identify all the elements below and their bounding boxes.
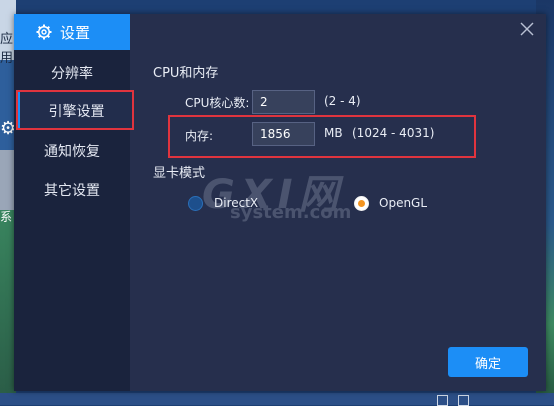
cpu-cores-range: (2 - 4): [324, 94, 361, 108]
sidebar-item-notification-restore[interactable]: 通知恢复: [14, 132, 130, 170]
cpu-memory-section-title: CPU和内存: [153, 66, 219, 81]
close-icon[interactable]: [518, 20, 536, 38]
sidebar-item-other-settings[interactable]: 其它设置: [14, 171, 130, 209]
highlight-box: [16, 90, 134, 130]
ok-button[interactable]: 确定: [448, 347, 528, 377]
watermark-text: GXI网: [202, 172, 345, 218]
background-text: 系: [0, 210, 13, 224]
dialog-titlebar: [130, 14, 546, 50]
sidebar-item-label: 其它设置: [44, 183, 100, 199]
directx-radio[interactable]: [188, 196, 203, 211]
highlight-box: [168, 115, 476, 158]
settings-main-panel: GXI网 system.com CPU和内存 CPU核心数: 2 (2 - 4)…: [130, 14, 546, 391]
sidebar-title: 设置: [60, 23, 91, 42]
opengl-label: OpenGL: [379, 196, 428, 210]
gpu-mode-section-title: 显卡模式: [153, 166, 206, 181]
directx-label: DirectX: [214, 196, 259, 210]
taskbar-square-icon: [437, 395, 448, 406]
sidebar-item-resolution[interactable]: 分辨率: [14, 54, 130, 92]
settings-dialog: 设置 分辨率 引擎设置 通知恢复 其它设置 GXI网 system.com CP…: [14, 14, 546, 391]
background-taskbar: [0, 393, 554, 406]
settings-sidebar: 设置 分辨率 引擎设置 通知恢复 其它设置: [14, 14, 133, 391]
cpu-cores-label: CPU核心数:: [185, 96, 250, 110]
opengl-radio[interactable]: [354, 196, 369, 211]
sidebar-item-label: 分辨率: [51, 66, 93, 82]
sidebar-header: 设置: [14, 14, 130, 50]
taskbar-square-icon: [458, 395, 469, 406]
cpu-cores-input[interactable]: 2: [252, 90, 315, 114]
gear-icon: [36, 24, 52, 40]
sidebar-item-label: 通知恢复: [44, 144, 100, 160]
